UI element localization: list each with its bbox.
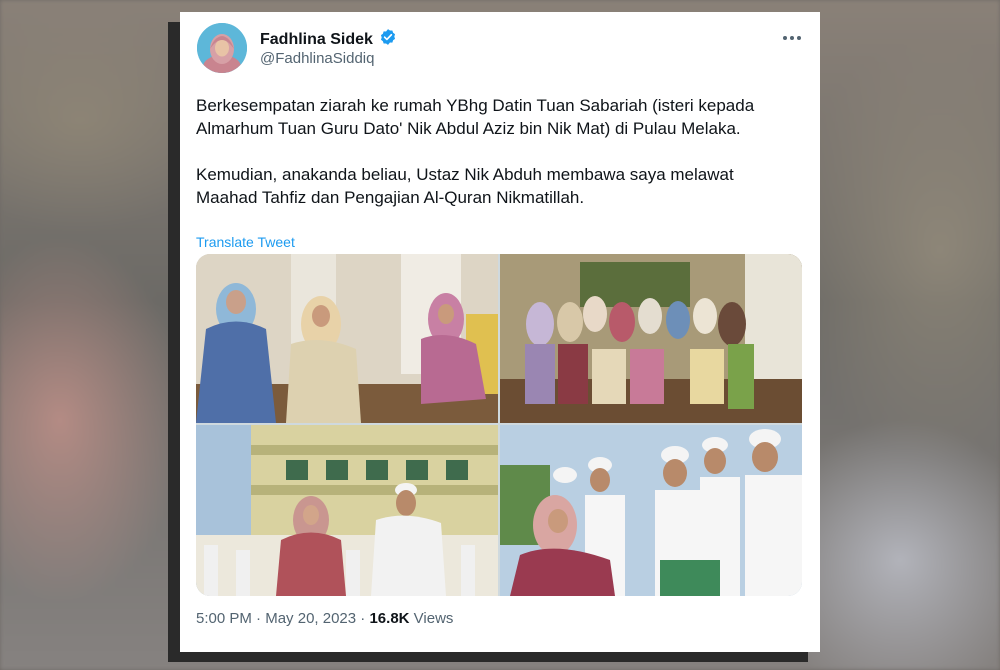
- translate-tweet-link[interactable]: Translate Tweet: [196, 234, 295, 250]
- tweet-text: Berkesempatan ziarah ke rumah YBhg Datin…: [196, 94, 796, 209]
- display-name[interactable]: Fadhlina Sidek: [260, 31, 373, 49]
- verified-badge-icon: [379, 28, 397, 51]
- media-grid: [196, 254, 802, 596]
- photo-group[interactable]: [500, 254, 802, 423]
- more-horizontal-icon[interactable]: [782, 28, 802, 53]
- handle[interactable]: @FadhlinaSiddiq: [260, 50, 374, 67]
- photo-living-room[interactable]: [196, 254, 498, 423]
- tweet-time[interactable]: 5:00 PM: [196, 610, 252, 627]
- views-label: Views: [413, 610, 454, 627]
- tweet-date[interactable]: May 20, 2023: [265, 610, 356, 627]
- author-name-row: Fadhlina Sidek: [260, 28, 397, 51]
- separator: ·: [360, 610, 366, 627]
- tweet-paragraph: Berkesempatan ziarah ke rumah YBhg Datin…: [196, 96, 755, 138]
- tweet-paragraph: Kemudian, anakanda beliau, Ustaz Nik Abd…: [196, 165, 734, 207]
- tweet-card: Fadhlina Sidek @FadhlinaSiddiq Berkesemp…: [180, 12, 820, 652]
- avatar[interactable]: [197, 23, 247, 73]
- photo-students[interactable]: [500, 425, 802, 596]
- photo-maahad-building[interactable]: [196, 425, 498, 596]
- separator: ·: [256, 610, 262, 627]
- views-count: 16.8K: [369, 610, 410, 627]
- tweet-metadata: 5:00 PM · May 20, 2023 · 16.8K Views: [196, 610, 453, 627]
